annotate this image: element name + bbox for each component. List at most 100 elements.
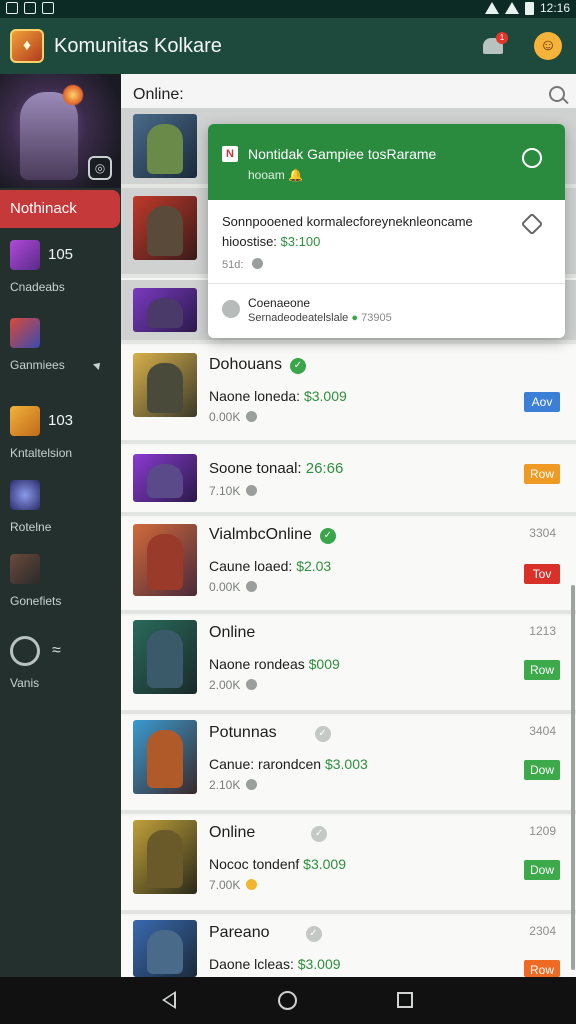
app-logo[interactable]: ♦ — [10, 29, 44, 63]
chat-icon[interactable] — [522, 148, 542, 168]
game-thumbnail — [133, 196, 197, 260]
row-action-button[interactable]: Row — [524, 464, 560, 484]
back-icon[interactable] — [162, 991, 176, 1009]
app-bar: ♦ Komunitas Kolkare 1 ☺ — [0, 18, 576, 74]
row-price-line: Naone loneda: $3.009 — [209, 388, 347, 404]
list-item[interactable]: Online ✓ Nococ tondenf $3.009 7.00K 1209 … — [121, 816, 576, 914]
rewards-icon — [10, 554, 40, 584]
row-meta: 7.10K — [209, 484, 258, 498]
game-thumbnail — [133, 920, 197, 977]
game-badge-icon: N — [222, 146, 238, 162]
verified-icon: ✓ — [289, 358, 306, 374]
row-meta: 0.00K — [209, 410, 258, 424]
compass-icon — [10, 636, 40, 666]
sidebar-item-selected[interactable]: Nothinack — [0, 190, 120, 228]
sidebar-item-label: Gonefiets — [10, 594, 62, 608]
verified-icon: ✓ — [314, 726, 331, 742]
notification-badge: 1 — [496, 32, 508, 44]
popup-title: Nontidak Gampiee tosRarame — [248, 146, 437, 162]
row-action-button[interactable]: Dow — [524, 860, 560, 880]
row-title: Online ✓ — [209, 824, 328, 842]
sidebar-item-4[interactable]: Rotelne — [0, 480, 121, 550]
app-title: Komunitas Kolkare — [54, 34, 222, 57]
list-item[interactable]: Soone tonaal: 26:66 7.10K Row — [121, 446, 576, 516]
list-item[interactable]: Dohouans ✓ Naone loneda: $3.009 0.00K Aov — [121, 346, 576, 444]
sidebar: ◎ Nothinack 105 Cnadeabs Ganmiees 103 Kn… — [0, 74, 121, 977]
sidebar-item-6[interactable]: ≈ Vanis — [0, 636, 121, 706]
trophy-icon — [10, 406, 40, 436]
popup-header[interactable]: N Nontidak Gampiee tosRarame hooam 🔔 — [208, 124, 565, 200]
orb-icon — [10, 480, 40, 510]
sidebar-item-5[interactable]: Gonefiets — [0, 554, 121, 624]
list-title: Online: — [133, 86, 184, 103]
row-action-button[interactable]: Dow — [524, 760, 560, 780]
profile-banner[interactable]: ◎ — [0, 74, 121, 188]
players-icon — [246, 485, 258, 496]
row-price-line: Daone lcleas: $3.009 — [209, 956, 341, 972]
list-item[interactable]: Online Naone rondeas $009 2.00K 1213 Row — [121, 616, 576, 714]
row-count: 1209 — [529, 824, 556, 838]
row-price-line: Canue: rarondcen $3.003 — [209, 756, 368, 772]
search-icon[interactable] — [549, 86, 565, 102]
row-price-line: Caune loaed: $2.03 — [209, 558, 332, 574]
heart-icon[interactable] — [520, 212, 544, 236]
wifi-icon — [484, 2, 499, 14]
list-item[interactable]: VialmbcOnline ✓ Caune loaed: $2.03 0.00K … — [121, 518, 576, 614]
row-action-button[interactable]: Row — [524, 660, 560, 680]
row-count: 2304 — [529, 924, 556, 938]
gem-icon — [10, 240, 40, 270]
game-thumbnail — [133, 353, 197, 417]
popup-body[interactable]: Sonnpooened kormalecforeyneknleoncame hi… — [208, 200, 565, 284]
notification-popup[interactable]: N Nontidak Gampiee tosRarame hooam 🔔 Son… — [208, 124, 565, 338]
game-thumbnail — [133, 820, 197, 894]
game-thumbnail — [133, 620, 197, 694]
game-thumbnail — [133, 454, 197, 502]
row-meta: 2.10K — [209, 778, 258, 792]
row-action-button[interactable]: Tov — [524, 564, 560, 584]
sidebar-item-2[interactable]: Ganmiees — [0, 318, 121, 388]
list-item[interactable]: Potunnas ✓ Canue: rarondcen $3.003 2.10K … — [121, 716, 576, 814]
game-thumbnail — [133, 524, 197, 596]
recents-icon[interactable] — [397, 992, 413, 1008]
games-icon — [10, 318, 40, 348]
row-action-button[interactable]: Row — [524, 960, 560, 977]
wind-icon: ≈ — [52, 642, 61, 659]
row-action-button[interactable]: Aov — [524, 392, 560, 412]
verified-icon: ✓ — [305, 926, 322, 942]
community-icon — [222, 300, 240, 318]
popup-meta: 51d: — [222, 258, 264, 271]
sidebar-item-label: Kntaltelsion — [10, 446, 73, 460]
verified-icon: ✓ — [311, 826, 328, 842]
sidebar-item-1[interactable]: 105 Cnadeabs — [0, 240, 121, 310]
sidebar-item-label: Ganmiees — [10, 358, 65, 372]
gamepad-icon[interactable]: ◎ — [88, 156, 112, 180]
sidebar-item-label: Vanis — [10, 676, 40, 690]
row-count: 3304 — [529, 526, 556, 540]
battery-icon — [524, 1, 534, 15]
scrollbar[interactable] — [571, 585, 575, 970]
game-thumbnail — [133, 288, 197, 332]
home-icon[interactable] — [278, 991, 297, 1010]
row-title: Dohouans ✓ — [209, 356, 306, 374]
row-title: Online — [209, 624, 256, 641]
expand-icon[interactable] — [93, 360, 103, 370]
row-count: 3404 — [529, 724, 556, 738]
system-nav-bar — [0, 977, 576, 1024]
image-icon — [24, 2, 36, 14]
row-price-line: Nococ tondenf $3.009 — [209, 856, 346, 872]
status-bar: 12:16 — [0, 0, 576, 18]
row-meta: 2.00K — [209, 678, 258, 692]
profile-avatar-button[interactable]: ☺ — [534, 32, 562, 60]
row-price-line: Naone rondeas $009 — [209, 656, 340, 672]
sidebar-item-3[interactable]: 103 Kntaltelsion — [0, 406, 121, 476]
popup-body-text: Sonnpooened kormalecforeyneknleoncame — [222, 214, 473, 229]
app-icon — [42, 2, 54, 14]
verified-icon: ✓ — [319, 528, 336, 544]
notifications-button[interactable]: 1 — [480, 32, 508, 58]
list-item[interactable]: Pareano ✓ Daone lcleas: $3.009 2304 Row — [121, 916, 576, 977]
row-count: 1213 — [529, 624, 556, 638]
popup-footer[interactable]: Coenaeone Sernadeodeatelslale ● 73905 — [208, 284, 565, 338]
game-thumbnail — [133, 114, 197, 178]
row-meta: 0.00K — [209, 580, 258, 594]
sidebar-item-count: 103 — [48, 412, 74, 429]
